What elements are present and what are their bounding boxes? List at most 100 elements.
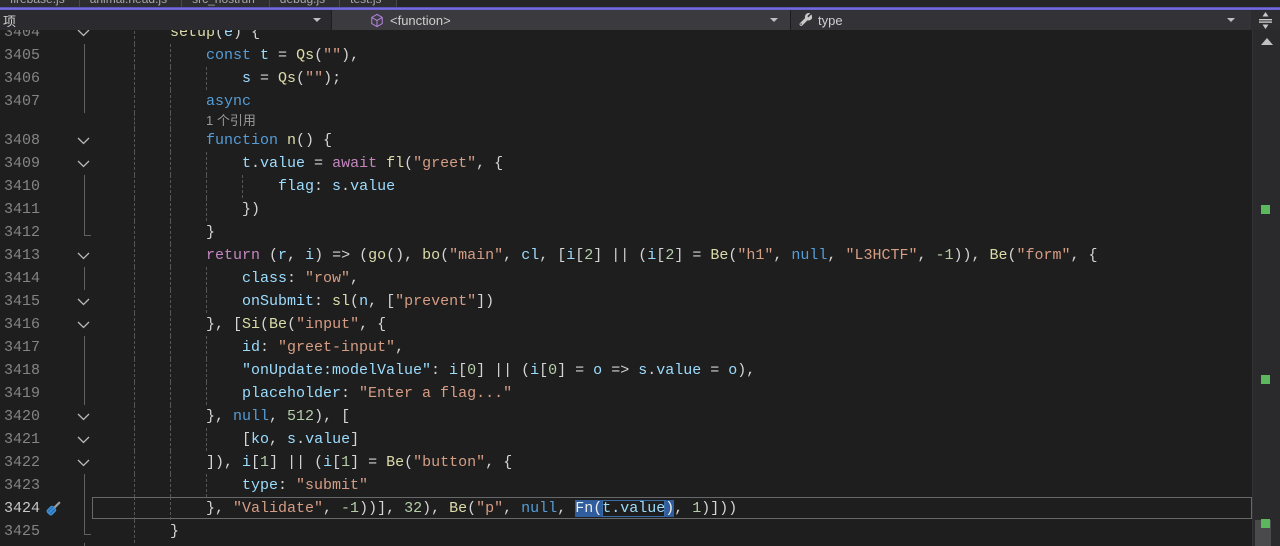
code-line-3412[interactable]: 3412} [0,221,1252,244]
code-line-3425[interactable]: 3425} [0,520,1252,543]
member-dropdown-label: <function> [390,13,451,28]
line-number: 3407 [4,90,44,113]
type-dropdown-label: type [818,13,843,28]
code-line-3422[interactable]: 3422 ]), i[1] || (i[1] = Be("button", { [0,451,1252,474]
vertical-scrollbar[interactable] [1252,30,1280,546]
line-number: 3413 [4,244,44,267]
fold-scope-line [84,267,85,290]
code-line-3414[interactable]: 3414 class: "row", [0,267,1252,290]
code-line-3410[interactable]: 3410 flag: s.value [0,175,1252,198]
code-text: id: "greet-input", [98,336,404,359]
code-text: }, [Si(Be("input", { [98,313,386,336]
scrollbar-change-mark [1261,375,1270,384]
code-text: s = Qs(""); [98,67,341,90]
document-tab-0[interactable]: firebase.js [0,0,80,7]
fold-collapse-icon[interactable] [77,30,90,37]
code-line-3423[interactable]: 3423 type: "submit" [0,474,1252,497]
code-text: flag: s.value [98,175,395,198]
line-number: 3423 [4,474,44,497]
code-line-3420[interactable]: 3420 }, null, 512), [ [0,405,1252,428]
fold-collapse-icon[interactable] [77,321,90,329]
chevron-down-icon [313,18,321,22]
code-text: }, null, 512), [ [98,405,350,428]
fold-scope-line [84,175,85,198]
code-line-3406[interactable]: 3406s = Qs(""); [0,67,1252,90]
fold-scope-line [84,221,91,236]
line-number: 3404 [4,30,44,44]
code-line-3405[interactable]: 3405const t = Qs(""), [0,44,1252,67]
scrollbar-change-mark [1261,205,1270,214]
code-line-3407[interactable]: 3407 async [0,90,1252,113]
codelens-row: 1 个引用 [0,113,1252,129]
tab-strip-empty-area [397,0,1280,7]
line-number: 3416 [4,313,44,336]
tab-strip: firebase.jsanimal.head.jssrc_nostrundebu… [0,0,1280,7]
wrench-icon [799,13,812,27]
fold-scope-line [84,67,85,90]
line-number: 3410 [4,175,44,198]
code-line-3418[interactable]: 3418 "onUpdate:modelValue": i[0] || (i[0]… [0,359,1252,382]
code-text: } [98,221,215,244]
code-line-3413[interactable]: 3413return (r, i) => (go(), bo("main", c… [0,244,1252,267]
line-number: 3422 [4,451,44,474]
code-editor[interactable]: 3404 setup(e) {3405const t = Qs(""),3406s… [0,30,1252,546]
fold-collapse-icon[interactable] [77,160,90,168]
line-number: 3408 [4,129,44,152]
chevron-down-icon [770,18,778,22]
codelens-references-link[interactable]: 1 个引用 [206,113,256,129]
code-line-3404[interactable]: 3404 setup(e) { [0,30,1252,44]
split-window-icon [1258,12,1273,29]
document-tab-3[interactable]: debug.js [270,0,340,7]
code-text: ]), i[1] || (i[1] = Be("button", { [98,451,512,474]
quick-actions-screwdriver-icon[interactable] [44,499,63,518]
split-editor-handle[interactable] [1251,10,1280,30]
indent-guide [134,113,135,129]
code-text: "onUpdate:modelValue": i[0] || (i[0] = o… [98,359,755,382]
code-line-3416[interactable]: 3416 }, [Si(Be("input", { [0,313,1252,336]
type-dropdown[interactable]: type [790,10,1251,30]
line-number: 3420 [4,405,44,428]
fold-collapse-icon[interactable] [77,413,90,421]
code-line-3408[interactable]: 3408function n() { [0,129,1252,152]
code-line-3419[interactable]: 3419 placeholder: "Enter a flag..." [0,382,1252,405]
scrollbar-up-arrow-icon[interactable] [1261,38,1273,45]
code-line-3411[interactable]: 3411}) [0,198,1252,221]
fold-scope-line [84,336,85,359]
method-cube-icon [370,13,384,28]
code-text: onSubmit: sl(n, ["prevent"]) [98,290,494,313]
member-dropdown[interactable]: <function> [331,10,790,30]
project-dropdown[interactable]: 项 [0,10,331,30]
code-text: async [98,90,251,113]
fold-collapse-icon[interactable] [77,137,90,145]
code-line-3424[interactable]: 3424}, "Validate", -1))], 32), Be("p", n… [0,497,1252,520]
document-tab-4[interactable]: test.js [340,0,396,7]
code-line-3415[interactable]: 3415onSubmit: sl(n, ["prevent"]) [0,290,1252,313]
chevron-down-icon [1227,18,1235,22]
code-line-3417[interactable]: 3417id: "greet-input", [0,336,1252,359]
line-number: 3419 [4,382,44,405]
fold-scope-line [84,198,85,221]
fold-collapse-icon[interactable] [77,252,90,260]
fold-collapse-icon[interactable] [77,298,90,306]
fold-collapse-icon[interactable] [77,436,90,444]
fold-collapse-icon[interactable] [77,459,90,467]
code-line-3421[interactable]: 3421[ko, s.value] [0,428,1252,451]
code-text: class: "row", [98,267,359,290]
document-tab-2[interactable]: src_nostrun [182,0,270,7]
line-number: 3425 [4,520,44,543]
scrollbar-change-mark [1261,519,1270,528]
fold-scope-line [84,520,91,535]
navigation-bar: 项 <function> type [0,10,1280,30]
code-text: type: "submit" [98,474,368,497]
code-text: setup(e) { [98,30,260,44]
indent-guide [170,113,171,129]
fold-scope-line [84,474,85,497]
code-line-3409[interactable]: 3409t.value = await fl("greet", { [0,152,1252,175]
project-dropdown-label: 项 [3,11,16,30]
line-number: 3418 [4,359,44,382]
fold-scope-line [84,382,85,405]
document-tab-1[interactable]: animal.head.js [80,0,182,7]
line-number: 3414 [4,267,44,290]
code-text: placeholder: "Enter a flag..." [98,382,512,405]
line-number: 3412 [4,221,44,244]
